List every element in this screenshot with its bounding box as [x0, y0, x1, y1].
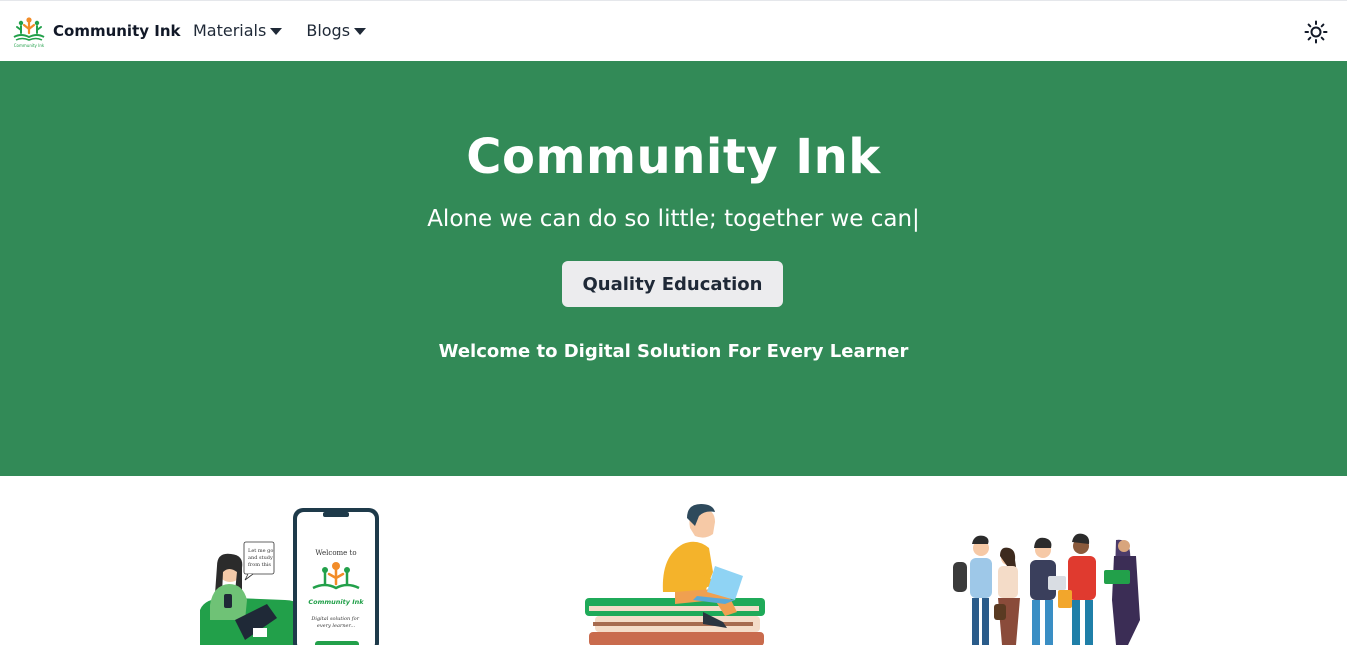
- caret-down-icon: [270, 28, 283, 35]
- caret-down-icon: [354, 28, 367, 35]
- speech-bubble-line: Let me go: [248, 548, 273, 554]
- speech-bubble-line: from this: [248, 562, 271, 568]
- phone-screen-welcome: Welcome to: [315, 549, 356, 557]
- quality-education-button[interactable]: Quality Education: [562, 261, 783, 307]
- students-group-illustration: [953, 533, 1140, 645]
- phone-tagline-line: every learner...: [317, 623, 356, 629]
- navbar: Community Ink Community Ink Materials Bl…: [0, 0, 1347, 61]
- brand-name: Community Ink: [53, 22, 181, 40]
- menu-materials[interactable]: Materials: [193, 21, 283, 40]
- phone-screen-brand: Community Ink: [308, 598, 364, 606]
- hero-section: Community Ink Alone we can do so little;…: [0, 61, 1347, 476]
- menu-materials-label: Materials: [193, 21, 267, 40]
- phone-screen-tagline: Digital solution for every learner...: [310, 616, 360, 629]
- books-laptop-illustration: [585, 504, 765, 645]
- logo-caption: Community Ink: [14, 43, 45, 48]
- menu-blogs[interactable]: Blogs: [306, 21, 367, 40]
- community-ink-logo-icon: Community Ink: [13, 17, 45, 48]
- hero-welcome-text: Welcome to Digital Solution For Every Le…: [438, 341, 909, 362]
- hero-subtitle-typewriter: Alone we can do so little; together we c…: [427, 206, 920, 232]
- sun-icon[interactable]: [1304, 20, 1328, 44]
- speech-bubble-line: and study: [248, 555, 273, 561]
- brand-link[interactable]: Community Ink Community Ink: [12, 15, 180, 49]
- speech-bubble-text: Let me go and study from this: [248, 548, 275, 568]
- phone-learning-illustration: Let me go and study from this Welcome to…: [200, 508, 379, 645]
- main-menu: Materials Blogs: [193, 21, 367, 40]
- hero-title: Community Ink: [466, 129, 881, 185]
- menu-blogs-label: Blogs: [306, 21, 351, 40]
- phone-tagline-line: Digital solution for: [310, 616, 359, 622]
